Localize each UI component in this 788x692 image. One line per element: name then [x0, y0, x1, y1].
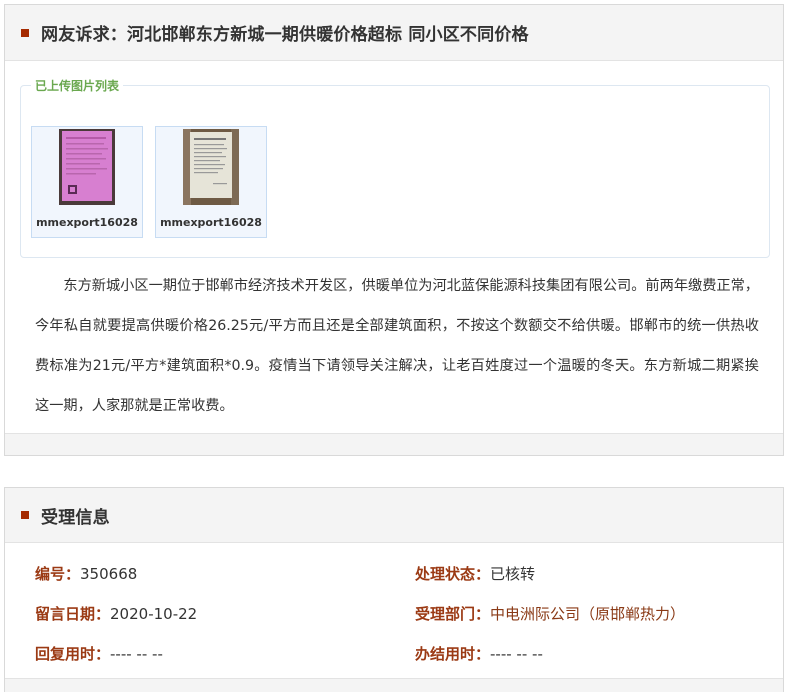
paper-notice-photo [183, 129, 239, 205]
uploaded-images-legend: 已上传图片列表 [31, 77, 124, 94]
image-filename-2: mmexport16028 [160, 216, 262, 229]
acceptance-panel: 受理信息 编号：350668 处理状态：已核转 留言日期：2020-10-22 … [4, 487, 784, 692]
completion-time-label: 办结用时： [415, 645, 491, 663]
message-date-value: 2020-10-22 [110, 605, 198, 623]
case-number-label: 编号： [35, 565, 81, 583]
case-number-value: 350668 [80, 565, 138, 583]
processing-status-label: 处理状态： [415, 565, 491, 583]
complaint-content: 东方新城小区一期位于邯郸市经济技术开发区，供暖单位为河北蓝保能源科技集团有限公司… [35, 278, 759, 414]
accepting-department-link[interactable]: 中电洲际公司（原邯郸热力） [490, 605, 685, 623]
completion-time: 办结用时：---- -- -- [415, 644, 543, 664]
acceptance-footer [5, 678, 783, 692]
processing-status-value: 已核转 [490, 565, 536, 583]
image-filename-1: mmexport16028 [36, 216, 138, 229]
complaint-footer [5, 433, 783, 455]
pink-document-photo [59, 129, 115, 205]
case-number: 编号：350668 [35, 564, 137, 584]
accepting-department: 受理部门：中电洲际公司（原邯郸热力） [415, 604, 685, 624]
acceptance-title: 受理信息 [41, 507, 110, 528]
reply-time-value: ---- -- -- [110, 645, 163, 663]
image-thumbnail-2[interactable]: mmexport16028 [155, 126, 267, 238]
uploaded-images-box: 已上传图片列表 mmexport16028 mmexport16028 [20, 77, 770, 258]
accepting-department-label: 受理部门： [415, 605, 491, 623]
complaint-header: 网友诉求：河北邯郸东方新城一期供暖价格超标 同小区不同价格 [5, 5, 783, 61]
reply-time-label: 回复用时： [35, 645, 111, 663]
image-thumbnail-1[interactable]: mmexport16028 [31, 126, 143, 238]
acceptance-header: 受理信息 [5, 488, 783, 543]
message-date: 留言日期：2020-10-22 [35, 604, 197, 624]
complaint-title: 网友诉求：河北邯郸东方新城一期供暖价格超标 同小区不同价格 [41, 25, 529, 45]
square-marker-icon [21, 28, 29, 37]
reply-time: 回复用时：---- -- -- [35, 644, 163, 664]
completion-time-value: ---- -- -- [490, 645, 543, 663]
processing-status: 处理状态：已核转 [415, 564, 535, 584]
square-marker-icon [21, 511, 29, 519]
complaint-panel: 网友诉求：河北邯郸东方新城一期供暖价格超标 同小区不同价格 已上传图片列表 mm… [4, 4, 784, 456]
message-date-label: 留言日期： [35, 605, 111, 623]
